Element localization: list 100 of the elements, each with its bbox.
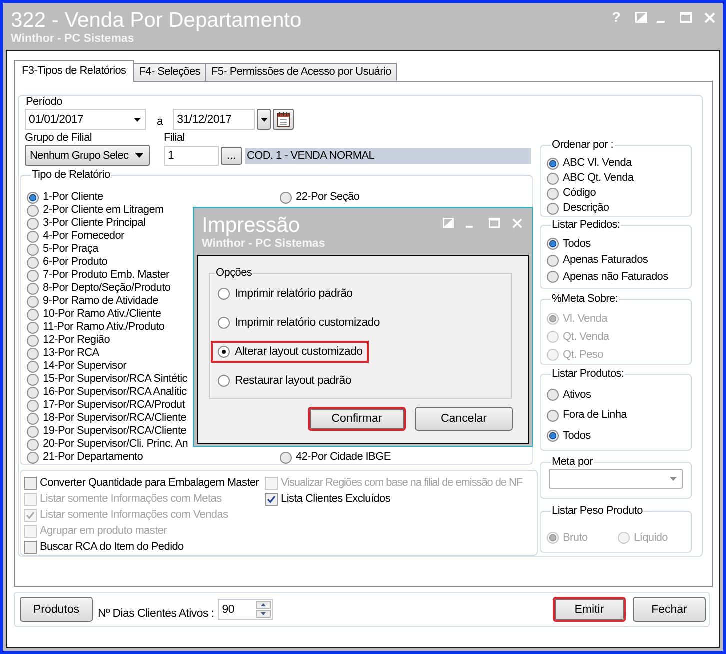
radio-icon[interactable] xyxy=(218,375,230,387)
report-type-option[interactable]: 5-Por Praça xyxy=(27,243,98,256)
report-type-option[interactable]: 2-Por Cliente em Litragem xyxy=(27,204,164,217)
radio-option[interactable]: Ativos xyxy=(547,385,592,406)
radio-icon[interactable] xyxy=(27,230,39,242)
dialog-button[interactable]: Cancelar xyxy=(415,407,513,431)
radio-icon[interactable] xyxy=(218,288,230,300)
date-field[interactable]: 31/12/2017 xyxy=(173,109,256,130)
radio-icon[interactable] xyxy=(27,426,39,438)
checkbox-icon[interactable] xyxy=(265,492,278,506)
report-type-option[interactable]: 22-Por Seção xyxy=(280,191,360,204)
radio-icon[interactable] xyxy=(547,271,559,284)
radio-icon[interactable] xyxy=(27,452,39,464)
report-type-option[interactable]: 10-Por Ramo Ativ./Cliente xyxy=(27,308,162,321)
radio-icon[interactable] xyxy=(27,348,39,360)
radio-option[interactable]: Todos xyxy=(547,236,591,252)
radio-icon[interactable] xyxy=(27,244,39,256)
radio-icon[interactable] xyxy=(547,238,559,250)
dialog-button[interactable]: Confirmar xyxy=(308,407,406,431)
radio-icon[interactable] xyxy=(280,452,292,464)
report-type-option[interactable]: 21-Por Departamento xyxy=(27,451,144,464)
report-type-option[interactable]: 11-Por Ramo Ativ./Produto xyxy=(27,321,165,334)
radio-option[interactable]: Imprimir relatório customizado xyxy=(211,312,386,334)
checkbox-option[interactable]: Buscar RCA do Item do Pedido xyxy=(24,539,184,555)
radio-option[interactable]: Todos xyxy=(547,426,591,446)
dropdown-field[interactable] xyxy=(549,469,683,489)
report-type-option[interactable]: 15-Por Supervisor/RCA Sintétic xyxy=(27,373,188,386)
report-type-option[interactable]: 14-Por Supervisor xyxy=(27,360,127,373)
radio-option[interactable]: Restaurar layout padrão xyxy=(211,370,358,392)
radio-icon[interactable] xyxy=(218,346,230,358)
radio-option[interactable]: ABC Qt. Venda xyxy=(547,171,634,186)
radio-icon[interactable] xyxy=(547,410,559,422)
lookup-button[interactable]: ... xyxy=(221,146,242,164)
report-type-option[interactable]: 18-Por Supervisor/RCA/Cliente xyxy=(27,412,187,425)
report-type-option[interactable]: 4-Por Fornecedor xyxy=(27,230,124,243)
radio-icon[interactable] xyxy=(27,374,39,386)
radio-icon[interactable] xyxy=(218,317,230,329)
radio-icon[interactable] xyxy=(547,202,559,214)
radio-icon[interactable] xyxy=(27,256,39,268)
tab[interactable]: F5- Permissões de Acesso por Usuário xyxy=(205,63,398,82)
report-type-option[interactable]: 1-Por Cliente xyxy=(27,191,104,204)
calendar-button[interactable] xyxy=(273,109,294,130)
radio-icon[interactable] xyxy=(547,158,559,170)
radio-icon[interactable] xyxy=(27,360,39,372)
report-type-option[interactable]: 19-Por Supervisor/RCA/Cliente xyxy=(27,425,187,438)
checkbox-icon[interactable] xyxy=(24,540,37,554)
radio-icon[interactable] xyxy=(27,270,39,282)
action-button[interactable]: Emitir xyxy=(553,597,626,622)
radio-icon[interactable] xyxy=(27,192,39,204)
report-type-option[interactable]: 17-Por Supervisor/RCA/Produt xyxy=(27,399,185,412)
radio-icon[interactable] xyxy=(27,308,39,320)
radio-icon[interactable] xyxy=(27,438,39,450)
radio-icon[interactable] xyxy=(547,188,559,200)
calendar-icon[interactable] xyxy=(277,112,290,127)
branch-group-dropdown[interactable]: Nenhum Grupo Selec xyxy=(25,145,150,166)
radio-option[interactable]: Apenas Faturados xyxy=(547,252,648,269)
radio-icon[interactable] xyxy=(547,254,559,267)
report-type-option[interactable]: 42-Por Cidade IBGE xyxy=(280,451,391,464)
radio-icon[interactable] xyxy=(547,172,559,184)
report-type-option[interactable]: 6-Por Produto xyxy=(27,256,108,269)
radio-option[interactable]: ABC Vl. Venda xyxy=(547,156,632,171)
radio-option[interactable]: Apenas não Faturados xyxy=(547,269,668,286)
report-type-option[interactable]: 20-Por Supervisor/Cli. Princ. An xyxy=(27,438,188,451)
products-button[interactable]: Produtos xyxy=(20,597,93,622)
days-spin-field[interactable]: 90 xyxy=(218,599,274,620)
caret-down-icon[interactable] xyxy=(260,118,268,122)
maximize-icon[interactable] xyxy=(680,12,692,23)
tab[interactable]: F4- Seleções xyxy=(133,63,206,82)
half-filled-square-icon[interactable] xyxy=(443,218,454,228)
radio-icon[interactable] xyxy=(547,430,559,442)
radio-icon[interactable] xyxy=(27,322,39,334)
maximize-icon[interactable] xyxy=(489,218,500,228)
report-type-option[interactable]: 9-Por Ramo de Atividade xyxy=(27,295,158,308)
radio-option[interactable]: Descrição xyxy=(547,201,610,216)
radio-option[interactable]: Fora de Linha xyxy=(547,406,627,426)
checkbox-option[interactable]: Converter Quantidade para Embalagem Master xyxy=(24,475,260,491)
report-type-option[interactable]: 8-Por Depto/Seção/Produto xyxy=(27,282,171,295)
report-type-option[interactable]: 16-Por Supervisor/RCA Analític xyxy=(27,386,187,399)
report-type-option[interactable]: 3-Por Cliente Principal xyxy=(27,217,146,230)
radio-icon[interactable] xyxy=(280,192,292,204)
checkbox-icon[interactable] xyxy=(24,476,37,490)
radio-icon[interactable] xyxy=(27,412,39,424)
close-icon[interactable] xyxy=(512,218,523,229)
checkbox-option[interactable]: Lista Clientes Excluídos xyxy=(265,491,391,507)
caret-down-icon[interactable] xyxy=(135,153,144,158)
report-type-option[interactable]: 7-Por Produto Emb. Master xyxy=(27,269,170,282)
dropdown-button[interactable] xyxy=(257,109,272,130)
radio-icon[interactable] xyxy=(27,204,39,216)
radio-icon[interactable] xyxy=(27,386,39,398)
branch-code-field[interactable]: 1 xyxy=(164,146,219,166)
radio-icon[interactable] xyxy=(547,389,559,402)
radio-icon[interactable] xyxy=(27,400,39,412)
tab[interactable]: F3-Tipos de Relatórios xyxy=(14,60,134,82)
radio-icon[interactable] xyxy=(27,296,39,308)
caret-down-icon[interactable] xyxy=(134,118,141,122)
date-field[interactable]: 01/01/2017 xyxy=(25,109,146,130)
radio-icon[interactable] xyxy=(27,218,39,230)
radio-icon[interactable] xyxy=(27,334,39,346)
close-icon[interactable] xyxy=(704,12,716,24)
action-button[interactable]: Fechar xyxy=(633,597,706,622)
